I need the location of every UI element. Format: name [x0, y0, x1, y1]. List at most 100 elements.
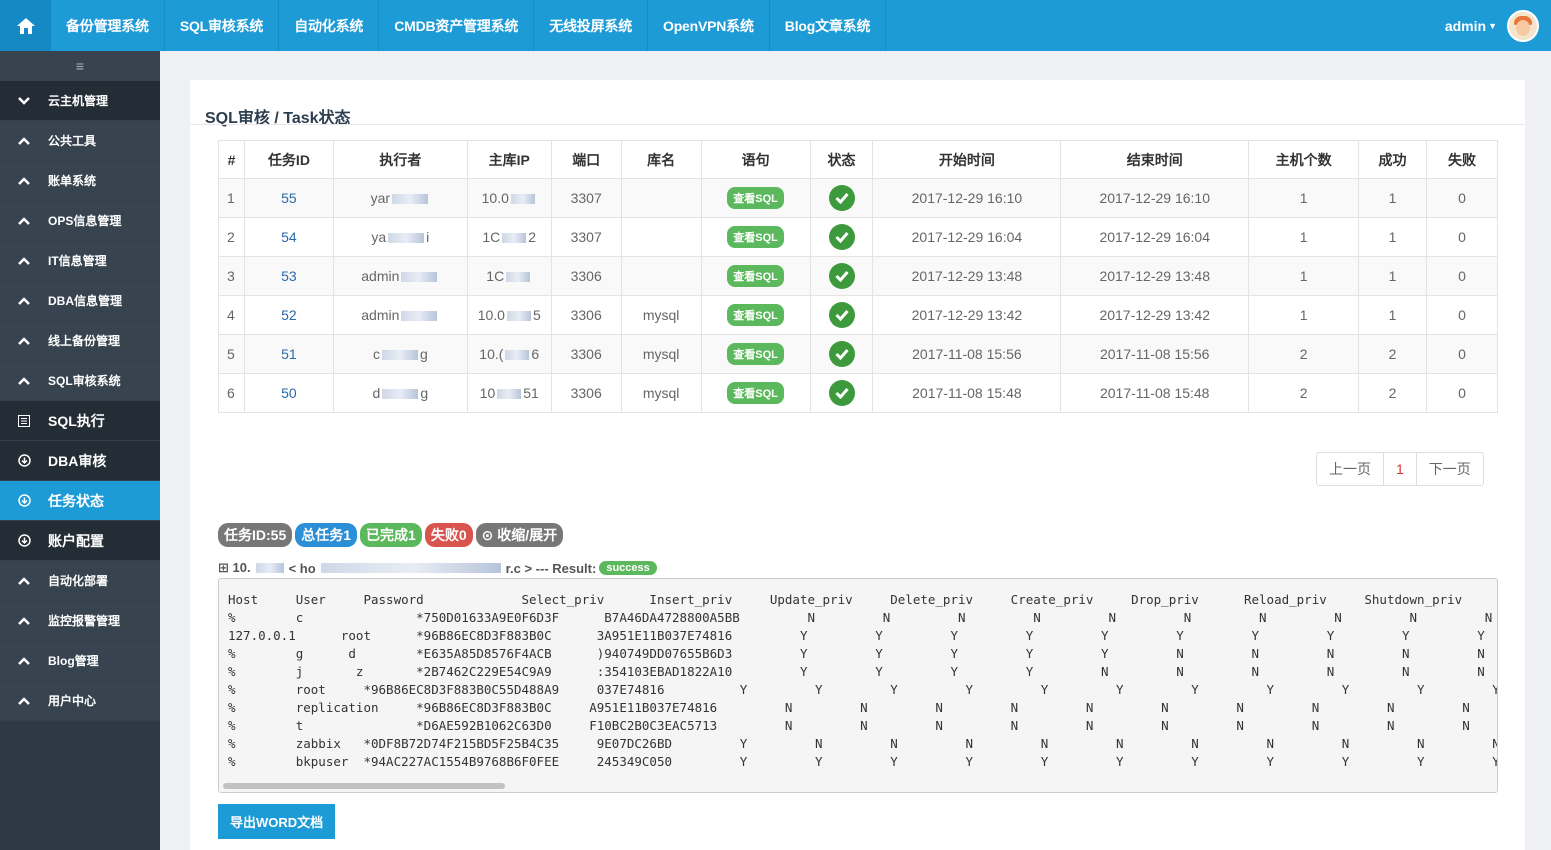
collapse-expand-button[interactable]: ⊙ 收缩/展开	[475, 523, 564, 547]
port-cell: 3306	[550, 334, 622, 374]
end-time-cell: 2017-12-29 13:48	[1060, 256, 1250, 296]
master-ip-cell: 1C	[466, 256, 552, 296]
nav-blog-system[interactable]: Blog文章系统	[770, 0, 887, 51]
port-cell: 3306	[550, 295, 622, 335]
task-id-link[interactable]: 53	[243, 256, 334, 296]
username[interactable]: admin	[1445, 18, 1486, 34]
page-number-button[interactable]: 1	[1384, 453, 1417, 485]
sidebar-item-ops-info[interactable]: OPS信息管理	[0, 201, 160, 241]
view-sql-button[interactable]: 查看SQL	[727, 265, 784, 287]
avatar[interactable]	[1507, 9, 1539, 42]
sidebar-item-label: DBA审核	[48, 452, 107, 469]
result-suffix: r.c > --- Result:	[505, 560, 597, 576]
sidebar-item-it-info[interactable]: IT信息管理	[0, 241, 160, 281]
horizontal-scrollbar[interactable]	[223, 783, 505, 789]
redacted-text	[320, 563, 501, 573]
table-row: 3 53 admin 1C 3306 查看SQL 2017-12-29 13:48 2017-…	[218, 256, 1499, 296]
start-time-cell: 2017-12-29 13:48	[872, 256, 1062, 296]
sidebar-item-sql-audit[interactable]: SQL审核系统	[0, 361, 160, 401]
sidebar-item-dba-info[interactable]: DBA信息管理	[0, 281, 160, 321]
db-name-cell	[620, 256, 702, 296]
success-count-cell: 1	[1358, 295, 1427, 335]
home-icon[interactable]	[0, 0, 51, 51]
chevron-down-icon	[17, 96, 31, 105]
nav-cmdb-system[interactable]: CMDB资产管理系统	[379, 0, 535, 51]
task-id-link[interactable]: 50	[243, 373, 334, 413]
export-word-button[interactable]: 导出WORD文档	[218, 804, 336, 839]
view-sql-button[interactable]: 查看SQL	[727, 343, 784, 365]
user-menu[interactable]: admin ▼	[1445, 0, 1539, 51]
start-time-cell: 2017-11-08 15:56	[872, 334, 1062, 374]
redacted-text	[381, 350, 418, 361]
nav-automation-system[interactable]: 自动化系统	[279, 0, 380, 51]
table-row: 6 50 d g 10 51 3306 mysql 查看SQL 2017-11-08 15:48 2…	[218, 373, 1499, 413]
sidebar-item-task-status[interactable]: 任务状态	[0, 481, 160, 521]
sidebar-item-monitoring[interactable]: 监控报警管理	[0, 601, 160, 641]
host-count-cell: 2	[1248, 334, 1360, 374]
nav-sql-audit-system[interactable]: SQL审核系统	[165, 0, 280, 51]
sidebar-item-user-center[interactable]: 用户中心	[0, 681, 160, 721]
sidebar-toggle-icon[interactable]: ≡	[0, 51, 160, 81]
result-host: < ho	[288, 560, 316, 576]
result-output[interactable]: Host User Password Select_priv Insert_pr…	[218, 578, 1498, 793]
view-sql-button[interactable]: 查看SQL	[727, 226, 784, 248]
prev-page-button[interactable]: 上一页	[1317, 453, 1384, 485]
column-header: 成功	[1358, 140, 1427, 179]
sidebar-item-cloud-host[interactable]: 云主机管理	[0, 81, 160, 121]
sidebar-item-online-backup[interactable]: 线上备份管理	[0, 321, 160, 361]
redacted-text	[382, 389, 419, 400]
chevron-up-icon	[17, 376, 31, 385]
sidebar-item-auto-deploy[interactable]: 自动化部署	[0, 561, 160, 601]
task-id-link[interactable]: 51	[243, 334, 334, 374]
sql-cell: 查看SQL	[700, 295, 811, 335]
master-ip-cell: 1C 2	[466, 217, 552, 257]
view-sql-button[interactable]: 查看SQL	[727, 187, 784, 209]
task-id-link[interactable]: 54	[243, 217, 334, 257]
total-tasks-badge: 总任务1	[295, 523, 358, 547]
sidebar-item-label: 账户配置	[48, 532, 104, 549]
nav-screencast-system[interactable]: 无线投屏系统	[534, 0, 649, 51]
nav-backup-system[interactable]: 备份管理系统	[51, 0, 165, 51]
status-cell	[809, 217, 874, 257]
row-index: 6	[218, 373, 245, 413]
success-badge: success	[599, 561, 657, 575]
sql-cell: 查看SQL	[700, 334, 811, 374]
executor-text: ya	[371, 229, 387, 245]
view-sql-button[interactable]: 查看SQL	[727, 382, 784, 404]
success-count-cell: 2	[1358, 334, 1427, 374]
end-time-cell: 2017-12-29 13:42	[1060, 295, 1250, 335]
view-sql-button[interactable]: 查看SQL	[727, 304, 784, 326]
sidebar-item-dba-review[interactable]: DBA审核	[0, 441, 160, 481]
check-circle-icon	[828, 263, 855, 289]
caret-down-icon[interactable]: ▼	[1488, 21, 1497, 31]
column-header: 库名	[620, 140, 702, 179]
status-cell	[809, 334, 874, 374]
sidebar-item-billing[interactable]: 账单系统	[0, 161, 160, 201]
redacted-text	[497, 389, 522, 400]
chevron-up-icon	[17, 176, 31, 185]
chevron-up-icon	[17, 336, 31, 345]
executor-text-end: i	[426, 229, 430, 245]
column-header: 端口	[550, 140, 622, 179]
pagination: 上一页 1 下一页	[1316, 452, 1484, 486]
circle-down-icon	[17, 494, 31, 507]
executor-cell: ya i	[332, 217, 468, 257]
result-header[interactable]: ⊞ 10. < ho r.c > --- Result: success	[218, 560, 657, 576]
task-id-link[interactable]: 52	[243, 295, 334, 335]
next-page-button[interactable]: 下一页	[1417, 453, 1483, 485]
sidebar-item-sql-exec[interactable]: SQL执行	[0, 401, 160, 441]
chevron-up-icon	[17, 616, 31, 625]
sidebar-item-account-config[interactable]: 账户配置	[0, 521, 160, 561]
task-id-link[interactable]: 55	[243, 178, 334, 218]
sidebar-item-public-tools[interactable]: 公共工具	[0, 121, 160, 161]
end-time-cell: 2017-12-29 16:04	[1060, 217, 1250, 257]
check-circle-icon	[828, 224, 855, 250]
sidebar-item-label: 监控报警管理	[48, 614, 121, 628]
table-header-row: # 任务ID 执行者 主库IP 端口 库名 语句 状态 开始时间 结束时间 主机…	[218, 140, 1499, 179]
sidebar-item-blog-admin[interactable]: Blog管理	[0, 641, 160, 681]
sidebar-item-label: 自动化部署	[48, 574, 109, 588]
end-time-cell: 2017-12-29 16:10	[1060, 178, 1250, 218]
nav-openvpn-system[interactable]: OpenVPN系统	[648, 0, 770, 51]
master-ip-cell: 10.0	[466, 178, 552, 218]
sql-cell: 查看SQL	[700, 217, 811, 257]
